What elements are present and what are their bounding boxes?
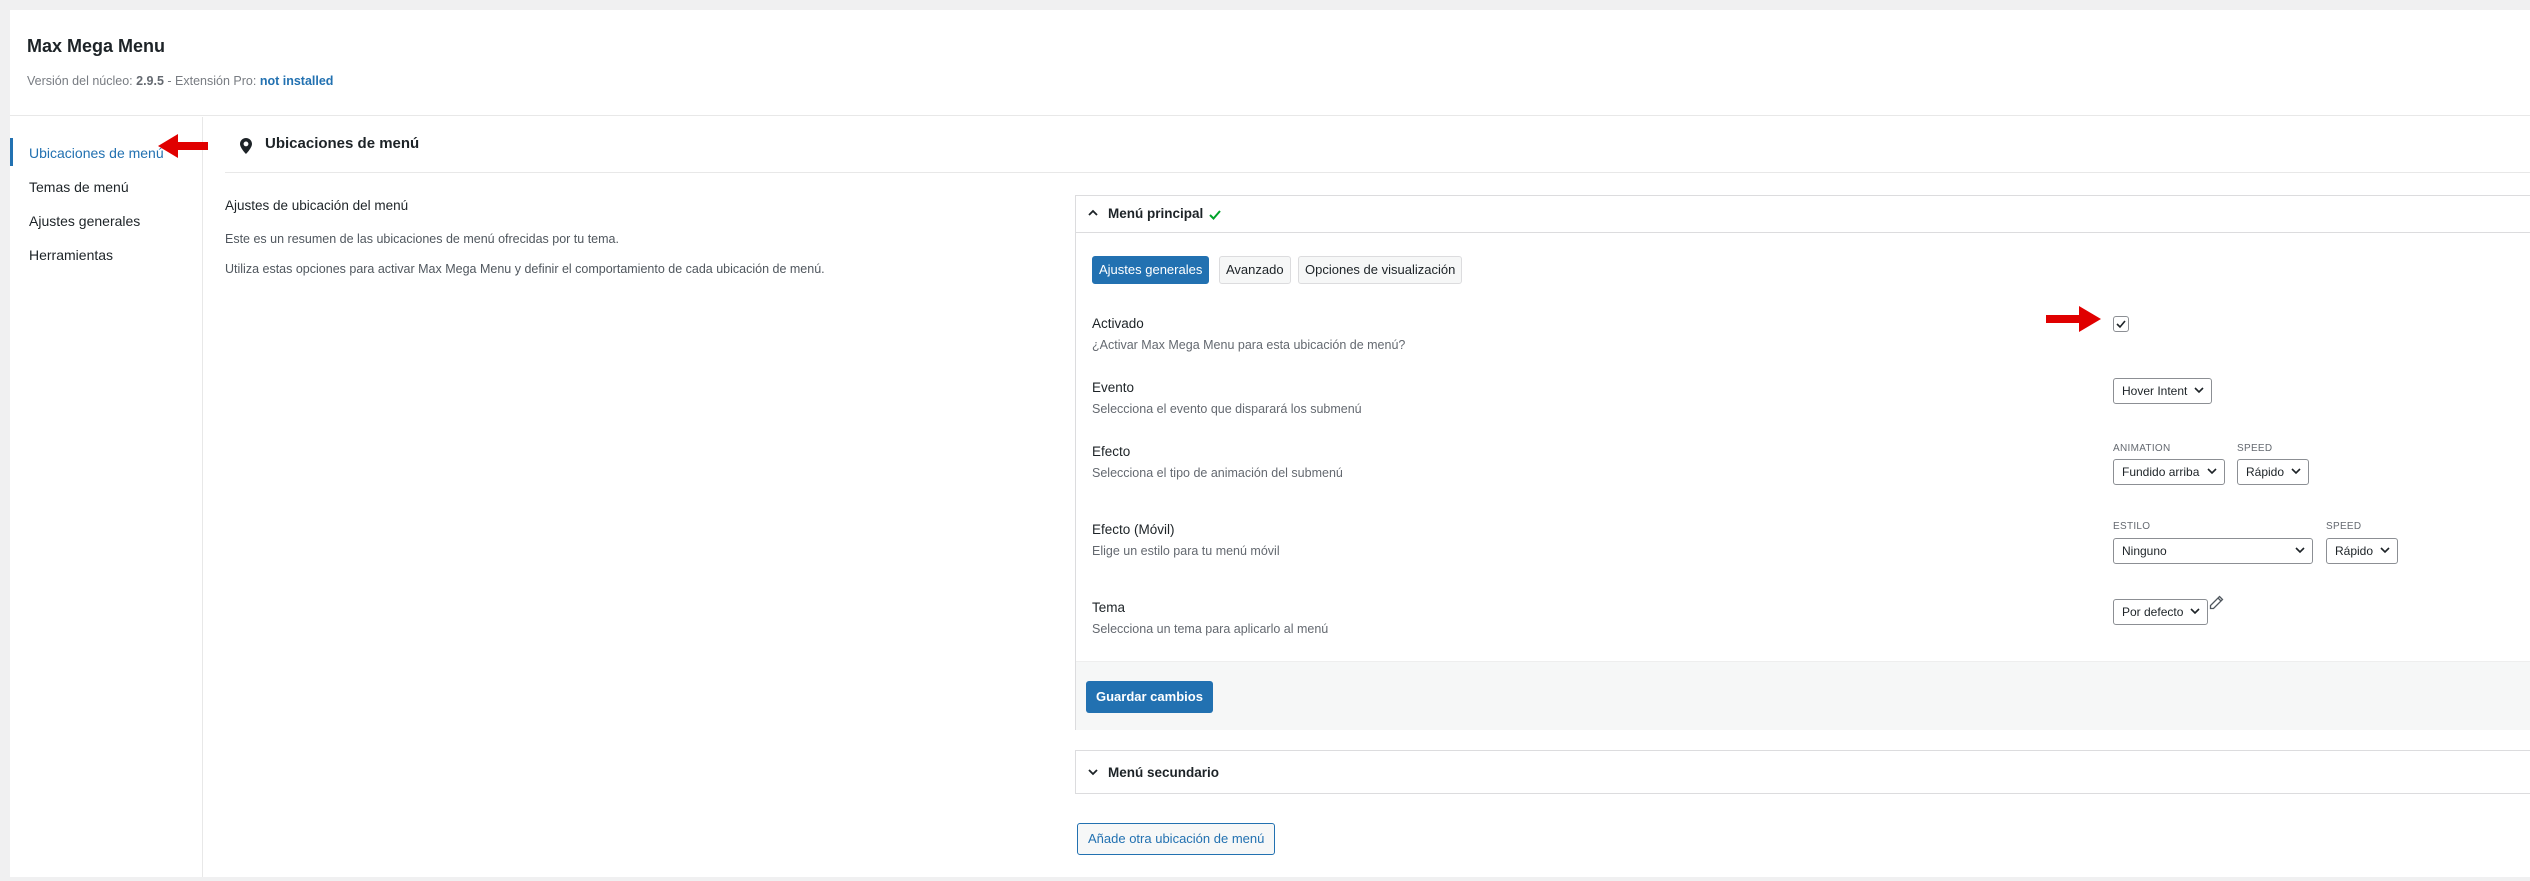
tab-avanzado[interactable]: Avanzado <box>1219 256 1291 284</box>
speed-movil-select[interactable]: Rápido <box>2326 538 2398 564</box>
estilo-select[interactable]: Ninguno <box>2113 538 2313 564</box>
menu-location-panel-secundario[interactable]: Menú secundario <box>1075 750 2530 794</box>
tab-ajustes-generales[interactable]: Ajustes generales <box>1092 256 1210 284</box>
evento-value: Hover Intent <box>2122 384 2188 398</box>
efecto-movil-description: Elige un estilo para tu menú móvil <box>1092 544 1280 558</box>
tema-select[interactable]: Por defecto <box>2113 599 2208 625</box>
efecto-movil-label: Efecto (Móvil) <box>1092 522 1175 537</box>
pencil-edit-icon[interactable] <box>2208 595 2224 611</box>
panel-footer: Guardar cambios <box>1076 661 2530 730</box>
sidebar-item-herramientas[interactable]: Herramientas <box>29 247 113 263</box>
version-info: Versión del núcleo: 2.9.5 - Extensión Pr… <box>27 74 333 88</box>
pro-label: - Extensión Pro: <box>163 74 257 88</box>
annotation-arrow-right-icon <box>2046 306 2101 332</box>
estilo-value: Ninguno <box>2122 544 2167 558</box>
sidebar-item-ubicaciones[interactable]: Ubicaciones de menú <box>29 145 164 161</box>
version-value: 2.9.5 <box>136 74 164 88</box>
pro-status-link[interactable]: not installed <box>260 74 334 88</box>
animation-select[interactable]: Fundido arriba <box>2113 459 2225 485</box>
sidebar-item-ajustes[interactable]: Ajustes generales <box>29 213 140 229</box>
menu-location-panel-principal: Menú principal Ajustes generales Avanzad… <box>1075 195 2530 730</box>
speed-select[interactable]: Rápido <box>2237 459 2309 485</box>
tab-opciones-visualizacion[interactable]: Opciones de visualización <box>1298 256 1463 284</box>
activado-label: Activado <box>1092 316 1144 331</box>
activado-checkbox[interactable] <box>2113 316 2129 332</box>
chevron-down-icon <box>2380 547 2390 554</box>
speed-value: Rápido <box>2246 465 2285 479</box>
efecto-description: Selecciona el tipo de animación del subm… <box>1092 466 1343 480</box>
description-text-2: Utiliza estas opciones para activar Max … <box>225 262 825 276</box>
location-pin-icon <box>240 138 252 154</box>
tema-value: Por defecto <box>2122 605 2184 619</box>
chevron-up-icon[interactable] <box>1087 209 1099 217</box>
description-text-1: Este es un resumen de las ubicaciones de… <box>225 232 619 246</box>
save-button[interactable]: Guardar cambios <box>1086 681 1213 713</box>
sidebar-item-temas[interactable]: Temas de menú <box>29 179 129 195</box>
tema-label: Tema <box>1092 600 1126 615</box>
check-icon <box>1209 210 1221 220</box>
page-title: Max Mega Menu <box>27 36 166 56</box>
plugin-header: Max Mega Menu Versión del núcleo: 2.9.5 … <box>10 10 2530 116</box>
description-title: Ajustes de ubicación del menú <box>225 198 409 213</box>
animation-label: ANIMATION <box>2113 443 2171 454</box>
section-title: Ubicaciones de menú <box>265 135 420 152</box>
animation-value: Fundido arriba <box>2122 465 2200 479</box>
chevron-down-icon <box>2190 608 2200 615</box>
checkmark-icon <box>2116 320 2126 329</box>
evento-select[interactable]: Hover Intent <box>2113 378 2212 404</box>
chevron-down-icon <box>2291 468 2301 475</box>
activado-description: ¿Activar Max Mega Menu para esta ubicaci… <box>1092 338 1406 352</box>
active-indicator <box>10 138 13 166</box>
sidebar-nav: Ubicaciones de menú Temas de menú Ajuste… <box>10 117 203 877</box>
version-label: Versión del núcleo: <box>27 74 133 88</box>
efecto-label: Efecto <box>1092 444 1131 459</box>
tema-description: Selecciona un tema para aplicarlo al men… <box>1092 622 1329 636</box>
evento-label: Evento <box>1092 380 1135 395</box>
estilo-label: ESTILO <box>2113 521 2151 532</box>
page-wrapper: Max Mega Menu Versión del núcleo: 2.9.5 … <box>10 10 2530 877</box>
speed-movil-label: SPEED <box>2326 521 2362 532</box>
annotation-arrow-left-icon <box>158 134 208 158</box>
panel-header[interactable]: Menú principal <box>1076 196 2530 233</box>
chevron-down-icon <box>2295 547 2305 554</box>
section-header: Ubicaciones de menú <box>225 117 2530 173</box>
evento-description: Selecciona el evento que disparará los s… <box>1092 402 1362 416</box>
chevron-down-icon <box>2194 387 2204 394</box>
speed-movil-value: Rápido <box>2335 544 2374 558</box>
panel-title: Menú principal <box>1108 206 1204 221</box>
chevron-down-icon[interactable] <box>1087 768 1099 776</box>
panel2-title: Menú secundario <box>1108 765 1220 780</box>
add-location-button[interactable]: Añade otra ubicación de menú <box>1077 823 1276 855</box>
speed-label: SPEED <box>2237 443 2273 454</box>
chevron-down-icon <box>2207 468 2217 475</box>
